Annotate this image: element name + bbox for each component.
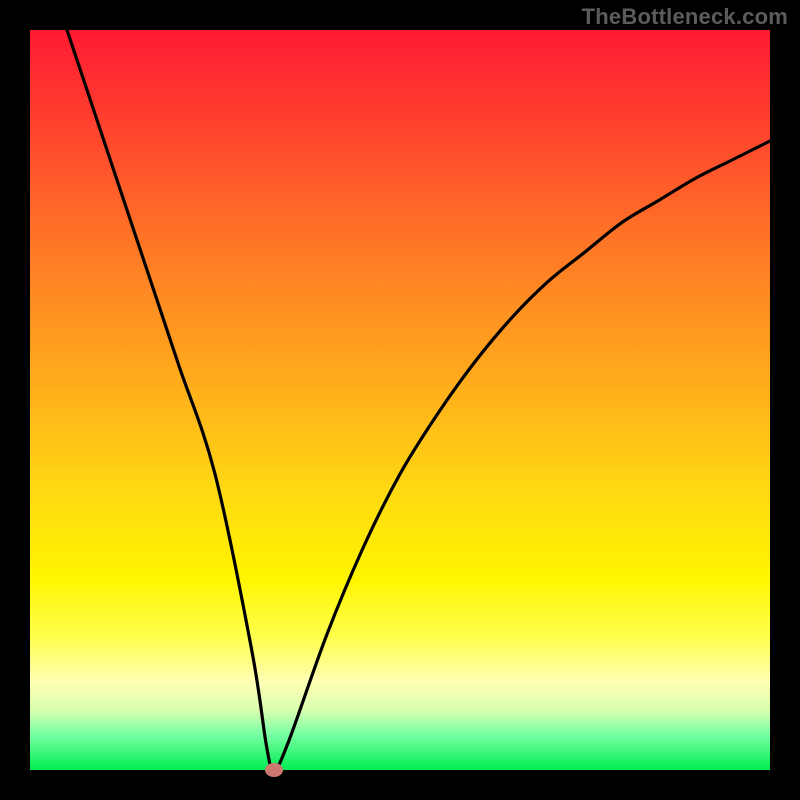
chart-frame: TheBottleneck.com: [0, 0, 800, 800]
optimum-marker: [265, 763, 283, 777]
watermark-text: TheBottleneck.com: [582, 4, 788, 30]
plot-area: [30, 30, 770, 770]
curve-svg: [30, 30, 770, 770]
bottleneck-curve: [67, 30, 770, 770]
